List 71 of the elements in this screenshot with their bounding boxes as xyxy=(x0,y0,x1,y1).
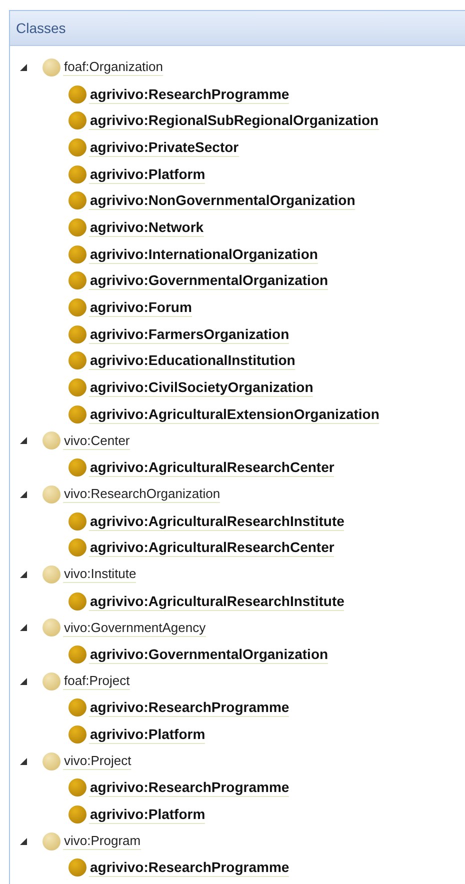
class-label[interactable]: agrivivo:AgriculturalResearchCenter xyxy=(89,458,334,478)
expanded-arrow-icon[interactable] xyxy=(20,490,27,498)
class-label[interactable]: agrivivo:GovernmentalOrganization xyxy=(89,644,328,664)
class-label[interactable]: agrivivo:PrivateSector xyxy=(89,138,239,157)
class-icon xyxy=(42,752,61,771)
class-label[interactable]: vivo:ResearchOrganization xyxy=(63,485,220,504)
class-icon xyxy=(68,378,87,398)
class-label[interactable]: foaf:Organization xyxy=(63,58,164,76)
class-label[interactable]: foaf:Project xyxy=(63,672,130,690)
class-label[interactable]: agrivivo:RegionalSubRegionalOrganization xyxy=(89,111,379,130)
class-label[interactable]: agrivivo:ResearchProgramme xyxy=(89,84,290,104)
class-icon xyxy=(68,778,87,798)
class-label[interactable]: vivo:Center xyxy=(63,432,130,450)
class-icon xyxy=(68,111,87,130)
class-icon xyxy=(68,404,87,424)
class-icon xyxy=(68,164,87,184)
class-icon xyxy=(68,538,87,558)
class-icon xyxy=(68,324,87,344)
class-icon xyxy=(68,218,87,237)
expanded-arrow-icon[interactable] xyxy=(20,678,27,685)
class-icon xyxy=(68,271,87,290)
class-label[interactable]: vivo:Project xyxy=(63,752,132,770)
class-icon xyxy=(42,618,61,638)
class-icon xyxy=(68,244,87,264)
class-icon xyxy=(68,725,87,744)
class-label[interactable]: agrivivo:AgriculturalResearchCenter xyxy=(89,538,334,558)
class-label[interactable]: agrivivo:ResearchProgramme xyxy=(89,778,290,798)
expanded-arrow-icon[interactable] xyxy=(20,838,27,845)
class-label[interactable]: agrivivo:AgriculturalResearchInstitute xyxy=(89,512,344,531)
class-label[interactable]: agrivivo:Platform xyxy=(89,805,206,824)
class-icon xyxy=(42,58,61,77)
class-label[interactable]: agrivivo:ResearchProgramme xyxy=(89,858,290,878)
class-label[interactable]: agrivivo:NonGovernmentalOrganization xyxy=(89,191,356,210)
class-label[interactable]: agrivivo:CivilSocietyOrganization xyxy=(89,378,314,398)
class-icon xyxy=(42,484,61,504)
class-label[interactable]: agrivivo:AgriculturalExtensionOrganization xyxy=(89,404,380,424)
class-label[interactable]: agrivivo:InternationalOrganization xyxy=(89,244,318,264)
expanded-arrow-icon[interactable] xyxy=(20,758,27,765)
expanded-arrow-icon[interactable] xyxy=(20,437,27,444)
class-label[interactable]: vivo:Program xyxy=(63,832,141,850)
class-icon xyxy=(68,592,87,611)
class-label[interactable]: agrivivo:EducationalInstitution xyxy=(89,351,296,370)
class-icon xyxy=(42,431,61,450)
class-icon xyxy=(42,832,61,851)
class-icon xyxy=(68,138,87,157)
class-label[interactable]: agrivivo:AgriculturalResearchInstitute xyxy=(89,592,344,611)
panel-title: Classes xyxy=(16,18,66,38)
class-label[interactable]: agrivivo:ResearchProgramme xyxy=(89,698,290,718)
class-label[interactable]: agrivivo:Platform xyxy=(89,725,206,744)
class-icon xyxy=(68,84,87,104)
class-label[interactable]: agrivivo:Network xyxy=(89,218,204,237)
class-label[interactable]: agrivivo:Forum xyxy=(89,298,192,318)
class-label[interactable]: agrivivo:GovernmentalOrganization xyxy=(89,271,328,290)
class-label[interactable]: agrivivo:FarmersOrganization xyxy=(89,324,290,344)
class-icon xyxy=(68,298,87,318)
class-icon xyxy=(68,458,87,478)
class-icon xyxy=(68,351,87,370)
expanded-arrow-icon[interactable] xyxy=(20,64,27,71)
class-icon xyxy=(68,644,87,664)
class-icon xyxy=(42,564,61,584)
class-label[interactable]: agrivivo:Platform xyxy=(89,164,206,184)
class-icon xyxy=(68,698,87,718)
class-icon xyxy=(42,672,61,691)
class-icon xyxy=(68,191,87,210)
class-icon xyxy=(68,805,87,824)
class-icon xyxy=(68,858,87,878)
class-icon xyxy=(68,512,87,531)
expanded-arrow-icon[interactable] xyxy=(20,624,27,632)
expanded-arrow-icon[interactable] xyxy=(20,570,27,578)
class-label[interactable]: vivo:Institute xyxy=(63,565,136,584)
class-label[interactable]: vivo:GovernmentAgency xyxy=(63,618,206,637)
